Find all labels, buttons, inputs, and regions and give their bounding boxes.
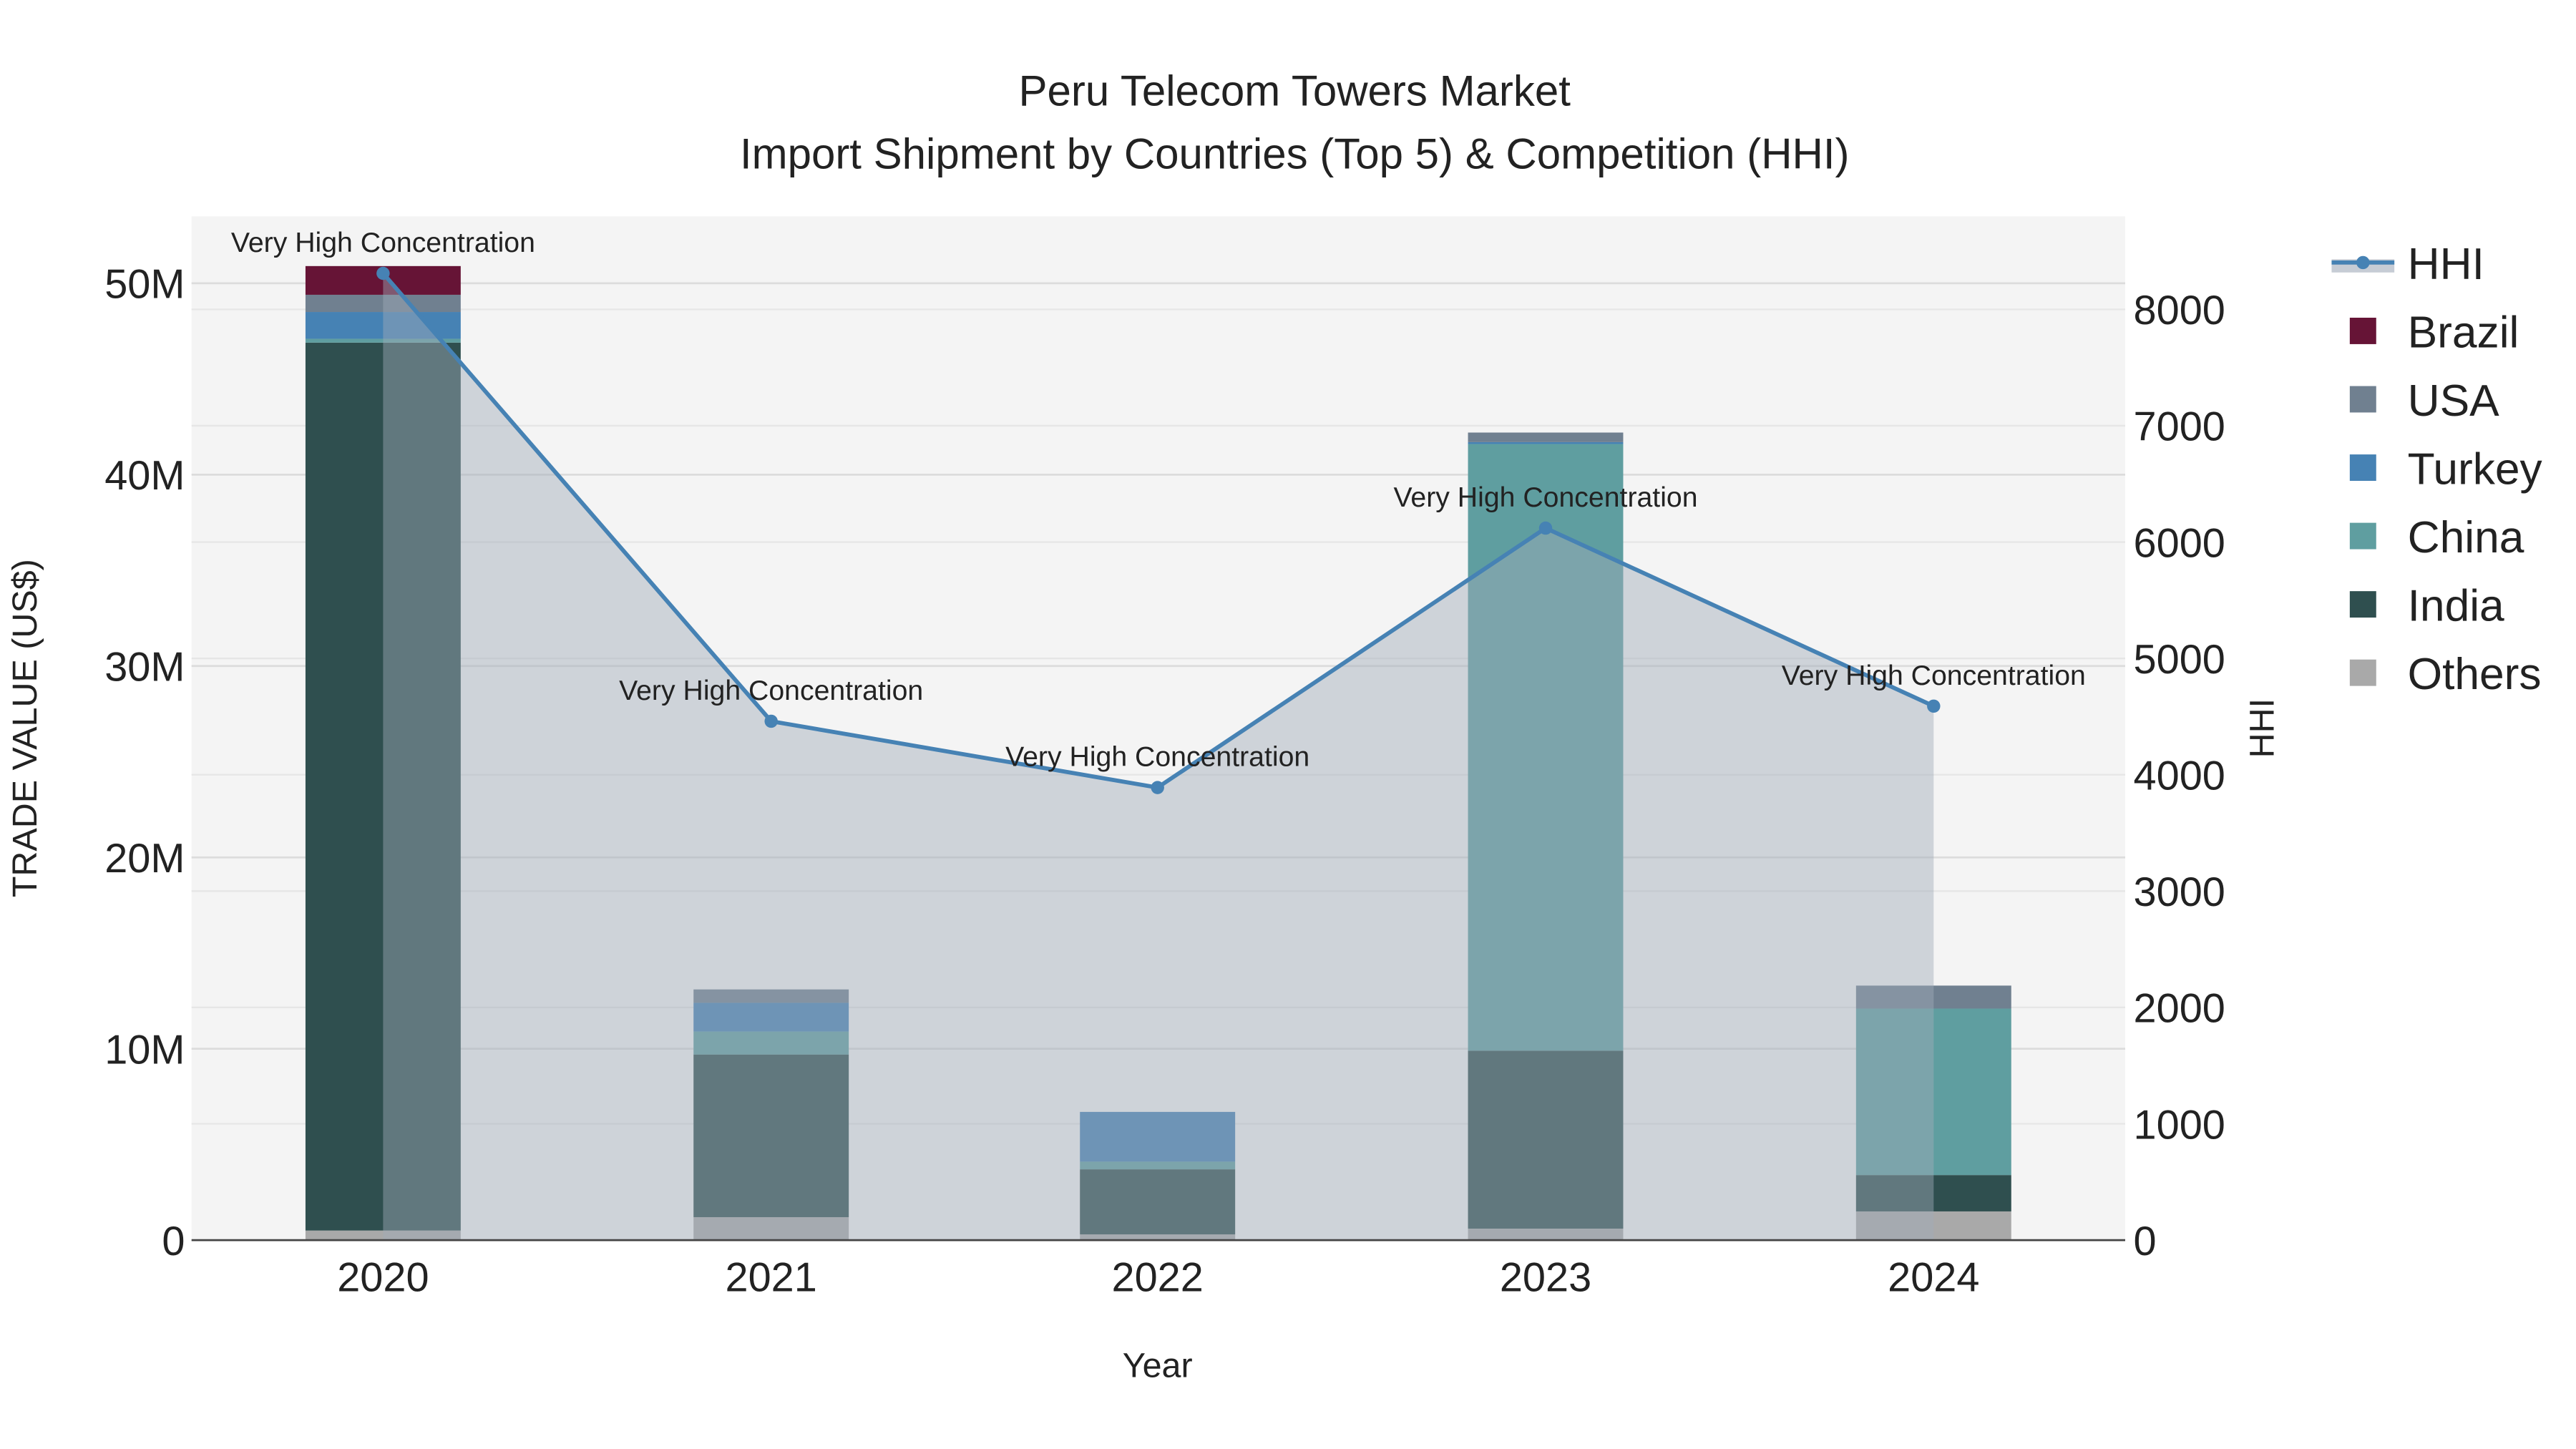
legend-label-turkey: Turkey (2408, 445, 2543, 494)
legend-swatch-china (2349, 522, 2376, 550)
chart: Very High Concentration Very High Concent… (6, 67, 2543, 1385)
hhi-point (376, 266, 390, 280)
hhi-point (764, 714, 778, 728)
y2-tick-label: 3000 (2134, 869, 2225, 915)
legend-swatch-usa (2349, 386, 2376, 413)
y-tick-label: 30M (104, 645, 185, 691)
hhi-annotation: Very High Concentration (1393, 482, 1697, 513)
hhi-annotation: Very High Concentration (619, 675, 923, 706)
y2-tick-label: 2000 (2134, 986, 2225, 1032)
legend-label-others: Others (2408, 650, 2542, 699)
x-tick-label: 2020 (337, 1255, 429, 1301)
y-tick-label: 50M (104, 262, 185, 308)
y2-tick-label: 6000 (2134, 520, 2225, 566)
y2-tick-label: 7000 (2134, 404, 2225, 450)
chart-title: Peru Telecom Towers Market (1019, 67, 1571, 115)
legend-swatch-others (2349, 659, 2376, 686)
x-tick-label: 2023 (1500, 1255, 1591, 1301)
y2-axis-title: HHI (2243, 698, 2282, 758)
bar-usa (1468, 432, 1624, 442)
x-tick-label: 2022 (1112, 1255, 1204, 1301)
legend-label-brazil: Brazil (2408, 308, 2519, 358)
y-tick-label: 20M (104, 836, 185, 882)
y2-tick-label: 0 (2134, 1219, 2157, 1264)
y-axis-title: TRADE VALUE (US$) (6, 559, 44, 897)
hhi-annotation: Very High Concentration (1005, 741, 1309, 773)
legend-label-china: China (2408, 513, 2524, 562)
x-tick-label: 2024 (1888, 1255, 1979, 1301)
hhi-point (1151, 781, 1164, 794)
y2-tick-label: 8000 (2134, 288, 2225, 333)
bar-usa (305, 294, 461, 313)
y-tick-label: 10M (104, 1027, 185, 1073)
hhi-point (1927, 699, 1941, 713)
hhi-annotation: Very High Concentration (231, 227, 535, 258)
hhi-point (1538, 521, 1553, 535)
legend: HHI Brazil USA Turkey China India Others (2331, 240, 2543, 699)
x-tick-label: 2021 (726, 1255, 817, 1301)
legend-swatch-india (2349, 591, 2376, 618)
chart-subtitle: Import Shipment by Countries (Top 5) & C… (740, 130, 1850, 177)
y2-tick-label: 4000 (2134, 753, 2225, 799)
bar-turkey (1468, 441, 1624, 444)
y-tick-label: 0 (162, 1219, 185, 1264)
legend-hhi-marker (2356, 255, 2370, 270)
legend-label-hhi: HHI (2408, 240, 2484, 289)
legend-label-india: India (2408, 582, 2504, 631)
y2-tick-label: 5000 (2134, 637, 2225, 683)
y-tick-label: 40M (104, 453, 185, 499)
legend-label-usa: USA (2408, 376, 2500, 426)
y2-tick-label: 1000 (2134, 1102, 2225, 1148)
legend-swatch-turkey (2349, 454, 2376, 481)
x-axis-title: Year (1123, 1347, 1193, 1385)
legend-swatch-brazil (2349, 318, 2376, 344)
hhi-annotation: Very High Concentration (1782, 660, 2086, 691)
